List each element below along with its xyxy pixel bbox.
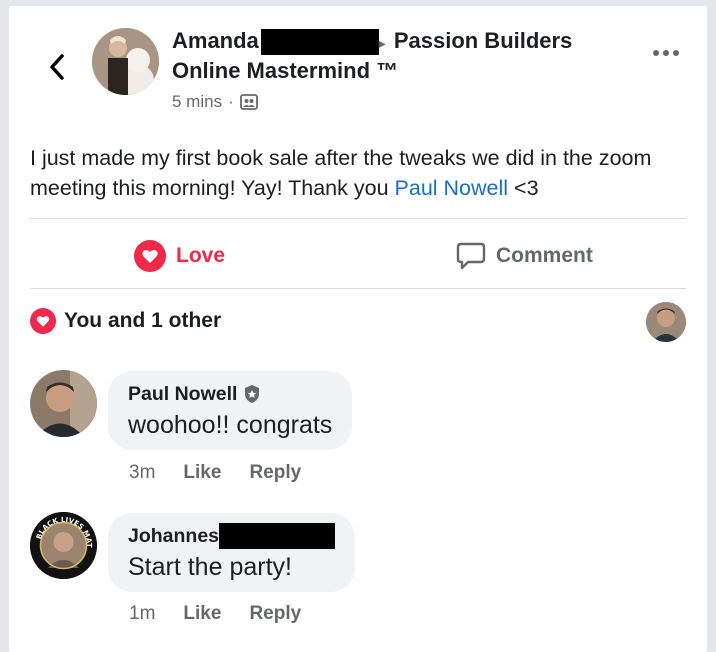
comment-label: Comment — [496, 244, 593, 267]
love-label: Love — [176, 244, 226, 267]
post-card: Amanda ▸ Passion Builders Online Mastermin… — [9, 6, 707, 652]
admin-shield-icon — [245, 385, 260, 403]
comment-text: woohoo!! congrats — [128, 411, 333, 439]
mention-link[interactable]: Paul Nowell — [395, 176, 509, 200]
comment-avatar[interactable]: BLACK LIVES MATTER — [30, 512, 97, 579]
comment-text: Start the party! — [128, 553, 292, 581]
comment-reply-button[interactable]: Reply — [249, 462, 301, 484]
comment-actions: 1m Like Reply — [129, 603, 301, 625]
dot-icon — [653, 50, 659, 56]
comment-time[interactable]: 1m — [129, 603, 155, 625]
comment-bubble: Johannes Start the party! — [108, 513, 356, 592]
commenter-name-row: Paul Nowell — [128, 381, 332, 407]
meta-separator: · — [228, 92, 234, 111]
group-name-part2[interactable]: Online Mastermind ™ — [172, 58, 398, 84]
comment-actions: 3m Like Reply — [129, 462, 301, 484]
author-name[interactable]: Amanda — [172, 28, 259, 53]
redaction-bar — [260, 29, 379, 56]
back-button[interactable] — [39, 44, 75, 90]
comment-button[interactable]: Comment — [456, 236, 593, 276]
commenter-name[interactable]: Johannes — [128, 525, 219, 548]
dot-icon — [673, 50, 679, 56]
post-body: I just made my first book sale after the… — [30, 143, 690, 203]
post-time[interactable]: 5 mins — [172, 92, 222, 112]
post-meta: 5 mins · — [172, 92, 258, 112]
reaction-summary[interactable]: You and 1 other — [30, 308, 221, 334]
more-options-button[interactable] — [653, 50, 679, 56]
commenter-name[interactable]: Paul Nowell — [128, 383, 237, 406]
divider — [30, 288, 686, 289]
author-avatar[interactable] — [92, 28, 159, 95]
group-name-part1[interactable]: Passion Builders — [394, 28, 573, 53]
comment-avatar[interactable] — [30, 370, 97, 437]
arrow-right-icon: ▸ — [378, 35, 386, 51]
love-button[interactable]: Love — [134, 236, 225, 276]
viewer-avatar[interactable] — [646, 302, 686, 342]
heart-reaction-icon — [30, 308, 56, 334]
post-text-after: <3 — [508, 176, 539, 200]
comment-reply-button[interactable]: Reply — [249, 603, 301, 625]
comment-like-button[interactable]: Like — [183, 603, 221, 625]
group-members-icon — [239, 94, 258, 110]
heart-reaction-icon — [134, 240, 166, 272]
commenter-name-row: Johannes — [128, 523, 336, 549]
comment-bubble: Paul Nowell woohoo!! congrats — [108, 371, 353, 450]
reaction-summary-text: You and 1 other — [64, 309, 222, 332]
dot-icon — [663, 50, 669, 56]
post-text-before: I just made my first book sale after the… — [30, 146, 652, 200]
comment-like-button[interactable]: Like — [183, 462, 221, 484]
comment-bubble-icon — [456, 242, 486, 270]
chevron-left-icon — [50, 54, 64, 80]
redaction-bar — [219, 523, 336, 549]
divider — [30, 218, 686, 219]
comment-time[interactable]: 3m — [129, 462, 155, 484]
post-header-line1: Amanda ▸ Passion Builders — [172, 28, 573, 56]
